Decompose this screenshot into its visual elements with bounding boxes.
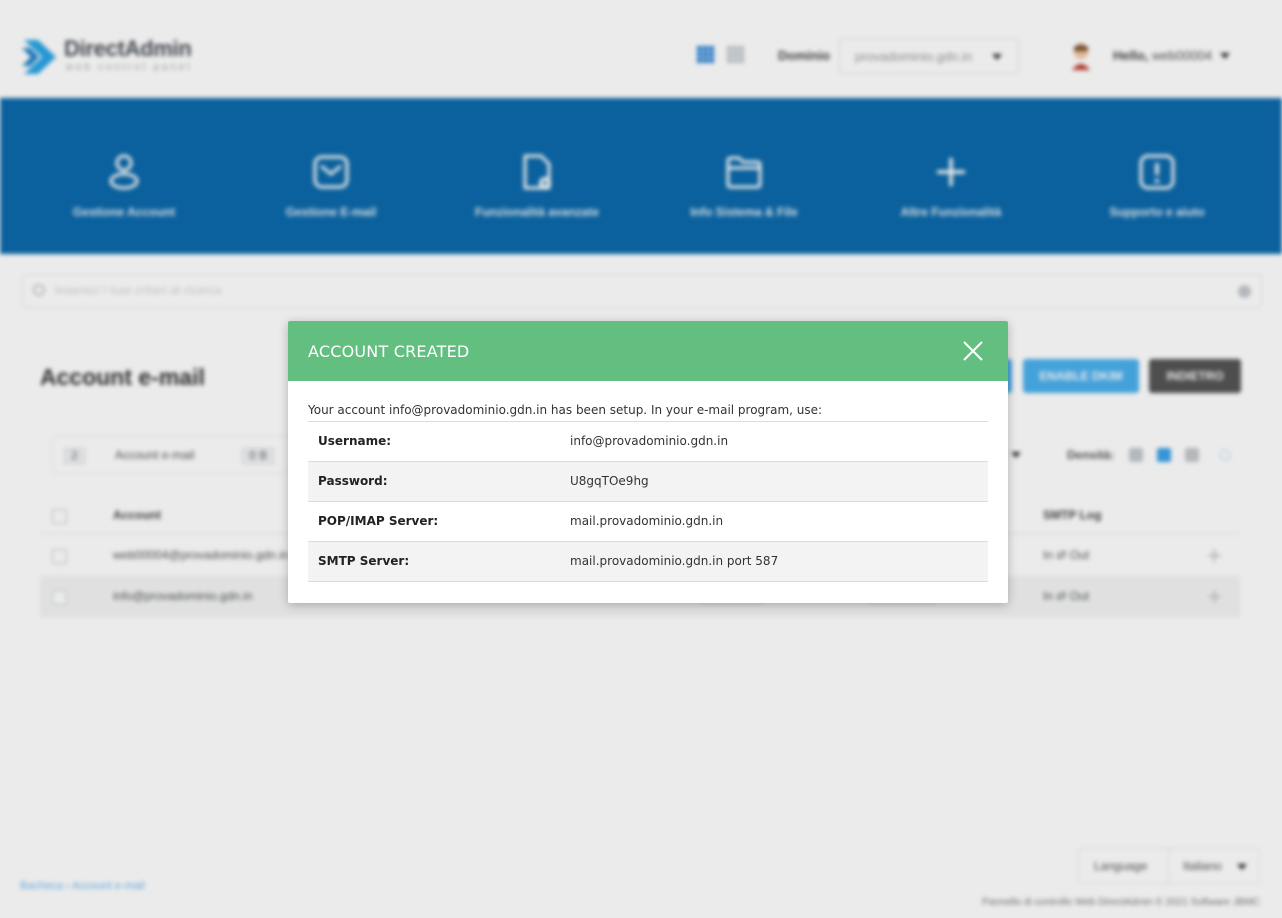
dialog-intro-text: Your account info@provadominio.gdn.in ha… [308, 403, 823, 417]
credential-label: Password: [318, 474, 388, 488]
credentials-table: Username: info@provadominio.gdn.in Passw… [308, 421, 988, 582]
credential-label: SMTP Server: [318, 554, 410, 568]
credential-row: POP/IMAP Server: mail.provadominio.gdn.i… [308, 502, 988, 542]
credential-row: Username: info@provadominio.gdn.in [308, 422, 988, 462]
credential-row: Password: U8gqTOe9hg [308, 462, 988, 502]
close-icon[interactable] [962, 340, 984, 362]
dialog-header: ACCOUNT CREATED [288, 321, 1008, 381]
credential-value: mail.provadominio.gdn.in port 587 [570, 554, 779, 568]
credential-label: POP/IMAP Server: [318, 514, 439, 528]
credential-label: Username: [318, 434, 392, 448]
credential-row: SMTP Server: mail.provadominio.gdn.in po… [308, 542, 988, 582]
dialog-title: ACCOUNT CREATED [308, 342, 470, 361]
account-created-dialog: ACCOUNT CREATED Your account info@provad… [288, 321, 1008, 603]
credential-value: U8gqTOe9hg [570, 474, 649, 488]
credential-value: mail.provadominio.gdn.in [570, 514, 724, 528]
credential-value: info@provadominio.gdn.in [570, 434, 729, 448]
